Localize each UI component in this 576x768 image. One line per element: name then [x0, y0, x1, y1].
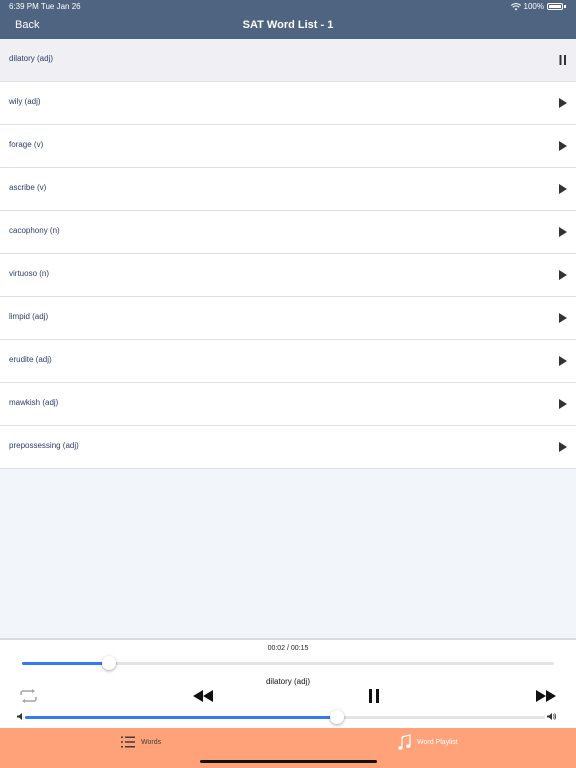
- volume-low-icon: [17, 713, 22, 720]
- pause-icon[interactable]: [368, 689, 380, 703]
- word-row[interactable]: wily (adj): [0, 82, 576, 125]
- list-icon: [121, 736, 135, 748]
- volume-fill: [25, 716, 337, 719]
- word-row[interactable]: prepossessing (adj): [0, 426, 576, 469]
- tab-word-playlist-label: Word Playlist: [417, 738, 458, 746]
- word-row[interactable]: cacophony (n): [0, 211, 576, 254]
- status-indicators: 100%: [510, 2, 566, 11]
- word-row[interactable]: forage (v): [0, 125, 576, 168]
- time-readout: 00:02 / 00:15: [267, 645, 309, 652]
- word-label: ascribe (v): [9, 183, 47, 192]
- tab-words-label: Words: [141, 738, 162, 746]
- rewind-icon[interactable]: [193, 690, 213, 702]
- play-icon[interactable]: [559, 356, 567, 366]
- progress-fill: [22, 662, 109, 665]
- tab-words[interactable]: Words: [121, 733, 161, 751]
- navigation-bar: 6:39 PM Tue Jan 26 100% Back SAT Word Li…: [0, 0, 576, 39]
- word-label: wily (adj): [9, 97, 41, 106]
- progress-knob[interactable]: [101, 656, 116, 670]
- word-row[interactable]: dilatory (adj): [0, 39, 576, 82]
- fast-forward-icon[interactable]: [536, 690, 556, 702]
- status-time: 6:39 PM Tue Jan 26: [9, 2, 81, 11]
- word-label: limpid (adj): [9, 312, 49, 321]
- wifi-icon: [510, 2, 521, 10]
- word-list: dilatory (adj) wily (adj) forage (v) asc…: [0, 39, 576, 469]
- repeat-icon[interactable]: [19, 689, 38, 703]
- volume-knob[interactable]: [330, 710, 344, 724]
- play-icon[interactable]: [559, 270, 567, 280]
- tab-word-playlist[interactable]: Word Playlist: [398, 733, 458, 751]
- word-row[interactable]: ascribe (v): [0, 168, 576, 211]
- word-label: virtuoso (n): [9, 269, 50, 278]
- music-note-icon: [398, 734, 411, 750]
- volume-high-icon: [547, 713, 556, 720]
- word-row[interactable]: erudite (adj): [0, 340, 576, 383]
- word-label: mawkish (adj): [9, 398, 59, 407]
- play-icon[interactable]: [559, 442, 567, 452]
- word-label: dilatory (adj): [9, 54, 54, 63]
- word-label: erudite (adj): [9, 355, 52, 364]
- battery-percent: 100%: [523, 2, 544, 11]
- home-indicator: [200, 760, 377, 763]
- word-label: forage (v): [9, 140, 44, 149]
- word-label: prepossessing (adj): [9, 441, 79, 450]
- word-label: cacophony (n): [9, 226, 60, 235]
- battery-icon: [547, 3, 563, 10]
- now-playing-label: dilatory (adj): [265, 677, 310, 686]
- battery-cap: [564, 5, 566, 8]
- volume-slider[interactable]: [25, 710, 545, 724]
- play-icon[interactable]: [559, 227, 567, 237]
- page-title: SAT Word List - 1: [242, 19, 334, 31]
- play-icon[interactable]: [559, 313, 567, 323]
- play-icon[interactable]: [559, 98, 567, 108]
- pause-icon[interactable]: [559, 55, 567, 65]
- word-row[interactable]: limpid (adj): [0, 297, 576, 340]
- word-row[interactable]: virtuoso (n): [0, 254, 576, 297]
- audio-player: 00:02 / 00:15 dilatory (adj): [0, 638, 576, 728]
- play-icon[interactable]: [559, 141, 567, 151]
- play-icon[interactable]: [559, 184, 567, 194]
- progress-slider[interactable]: [22, 656, 554, 670]
- word-row[interactable]: mawkish (adj): [0, 383, 576, 426]
- play-icon[interactable]: [559, 399, 567, 409]
